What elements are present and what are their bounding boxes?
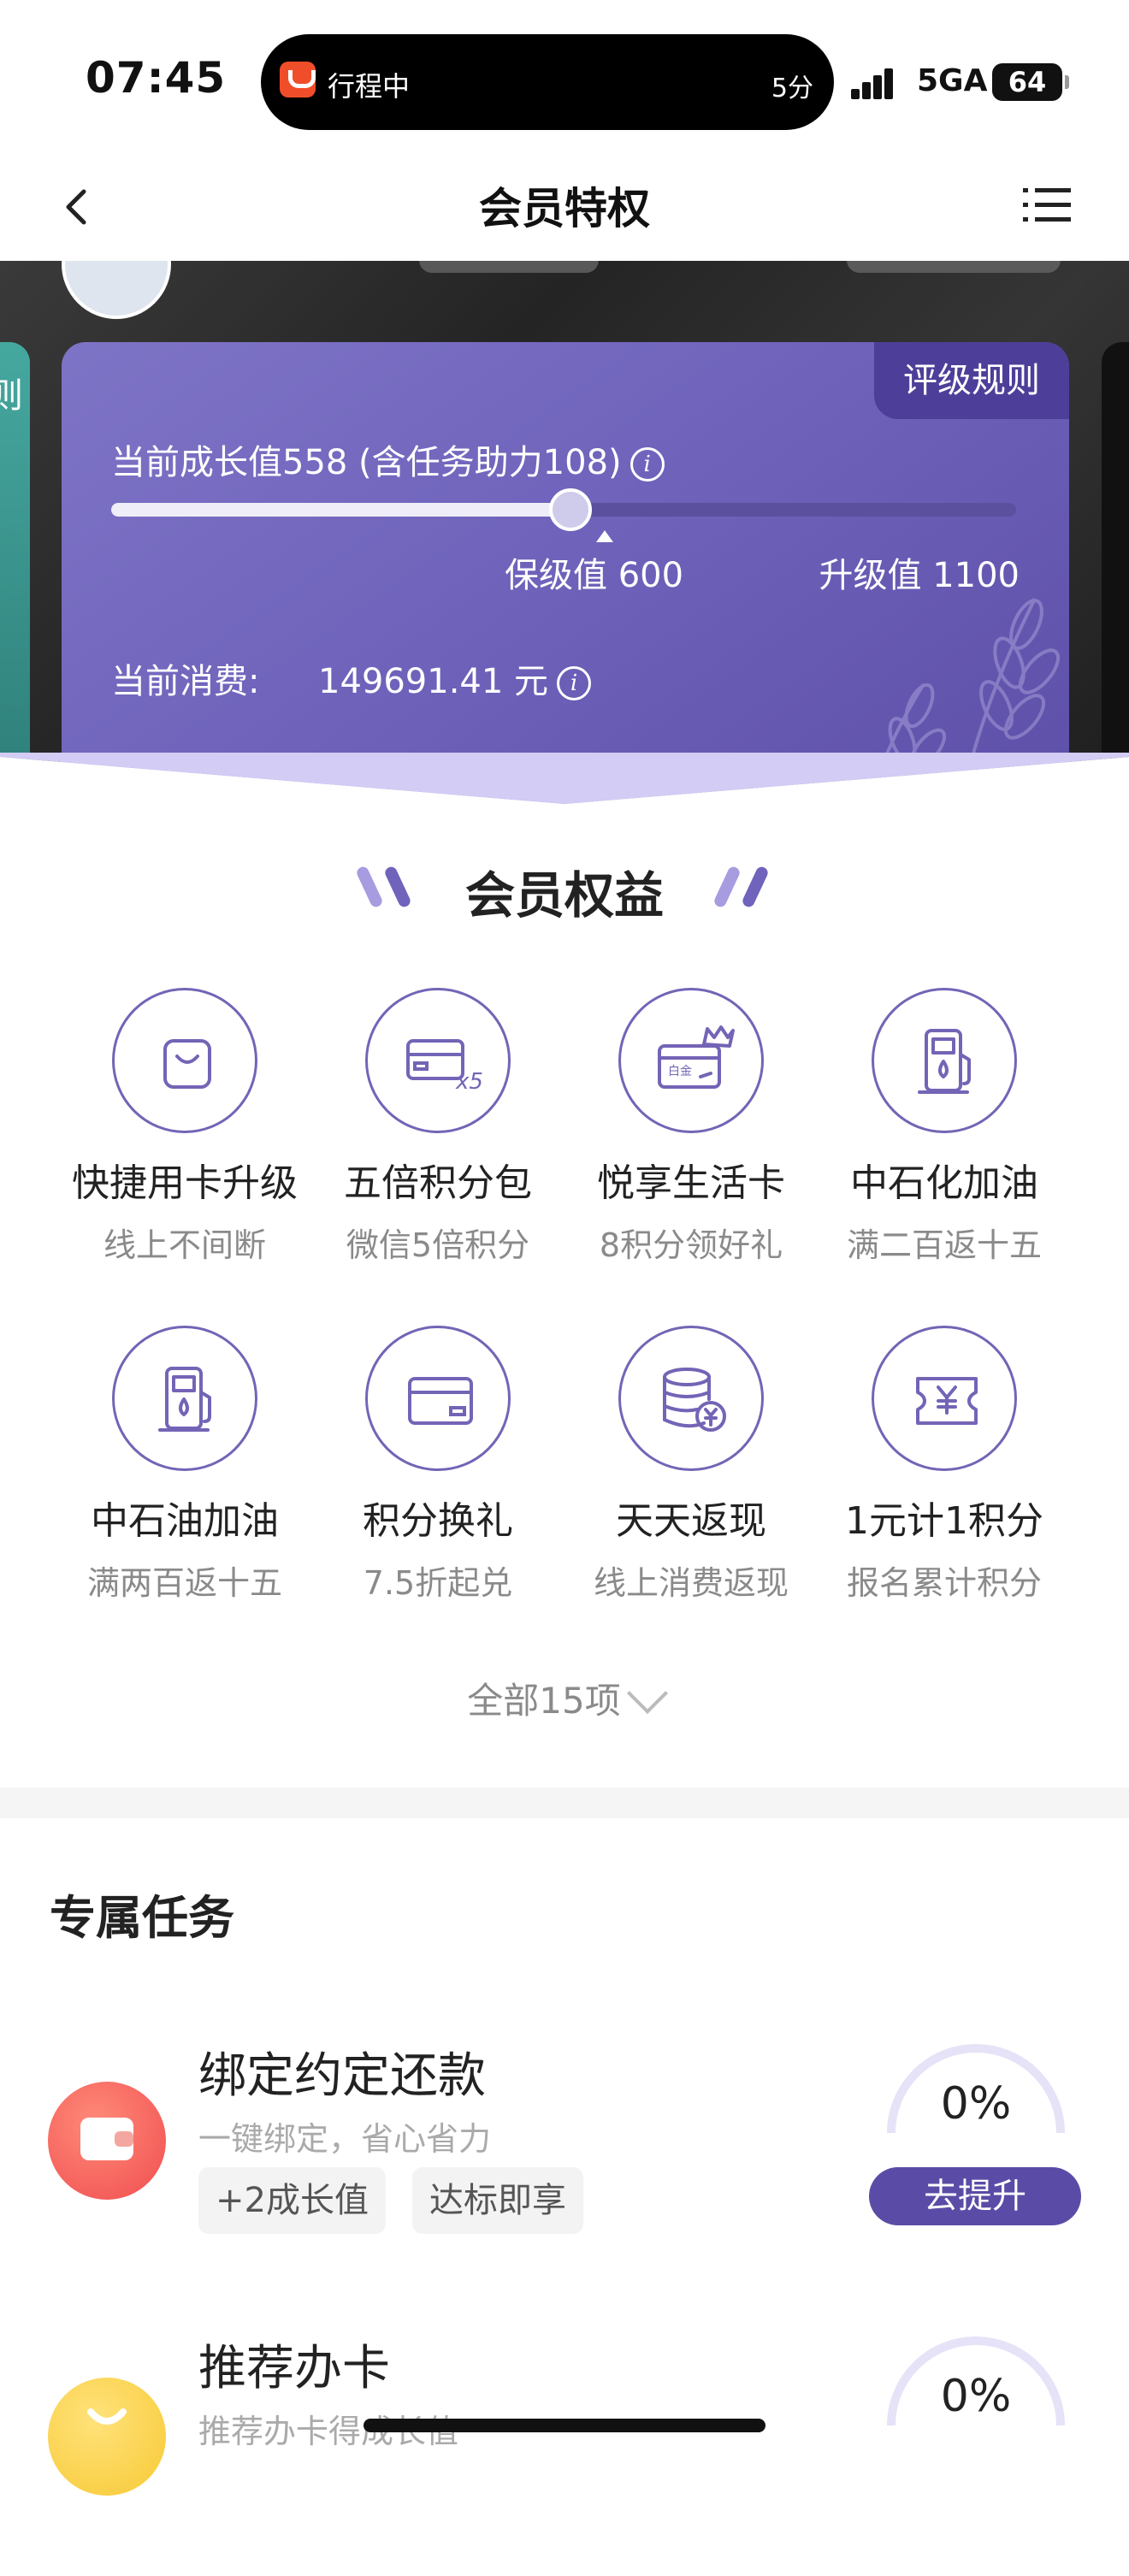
- spend-value: 149691.41 元i: [318, 653, 592, 703]
- benefits-section-title: 会员权益: [0, 855, 1129, 925]
- benefit-sub: 线上消费返现: [593, 1564, 789, 1602]
- svg-text:白金: 白金: [668, 1065, 692, 1078]
- rating-rules-button[interactable]: 评级规则: [874, 342, 1069, 419]
- benefit-sub: 线上不间断: [103, 1226, 266, 1264]
- card-x5-icon: x5: [365, 988, 511, 1133]
- level-badge: [419, 261, 599, 273]
- page-title: 会员特权: [479, 184, 650, 233]
- section-divider: [0, 1787, 1129, 1818]
- wallet-glyph: [80, 2118, 133, 2160]
- growth-progress-fill: [111, 503, 570, 517]
- next-level-card[interactable]: [1102, 342, 1129, 787]
- task-title: 推荐办卡: [198, 2341, 390, 2396]
- task-percent: 0%: [940, 2078, 1012, 2130]
- benefit-item[interactable]: 中石油加油 满两百返十五: [48, 1326, 322, 1604]
- wheat-knob-icon: [549, 488, 592, 531]
- task-title: 绑定约定还款: [198, 2048, 486, 2104]
- nav-bar: 会员特权: [0, 162, 1129, 261]
- benefit-sub: 8积分领好礼: [599, 1226, 783, 1264]
- benefit-item[interactable]: 积分换礼 7.5折起兑: [301, 1326, 575, 1604]
- benefit-name: 快捷用卡升级: [72, 1161, 298, 1205]
- avatar[interactable]: [62, 261, 171, 319]
- benefit-item[interactable]: 中石化加油 满二百返十五: [807, 988, 1081, 1266]
- benefit-name: 天天返现: [616, 1499, 766, 1543]
- task-tag: +2成长值: [198, 2167, 386, 2234]
- benefit-sub: 满两百返十五: [86, 1564, 282, 1602]
- fuel-pump-icon: [112, 1326, 257, 1471]
- growth-value-text: 当前成长值558 (含任务助力108) i: [111, 434, 665, 484]
- network-type: 5GA: [917, 63, 988, 98]
- benefit-name: 中石油加油: [91, 1499, 279, 1543]
- home-indicator[interactable]: [364, 2419, 765, 2432]
- battery-icon: 64: [992, 63, 1069, 101]
- benefit-item[interactable]: 白金 悦享生活卡 8积分领好礼: [554, 988, 828, 1266]
- status-bar: 07:45 行程中 5分 5GA 64: [0, 0, 1129, 162]
- benefit-item[interactable]: 1元计1积分 报名累计积分: [807, 1326, 1081, 1604]
- shopping-bag-icon: [112, 988, 257, 1133]
- task-desc: 一键绑定，省心省力: [198, 2120, 492, 2158]
- info-icon[interactable]: i: [630, 447, 665, 482]
- chevron-down-icon: [626, 1672, 668, 1715]
- member-hero: 则 评级规则 当前成长值558 (含任务助力108) i 保级值 600 升级值…: [0, 261, 1129, 821]
- hero-action-pill[interactable]: [847, 261, 1061, 273]
- task-item: 绑定约定还款 一键绑定，省心省力 +2成长值 达标即享 0% 去提升: [0, 2027, 1129, 2284]
- expand-all-button[interactable]: 全部15项: [0, 1672, 1129, 1724]
- benefit-sub: 报名累计积分: [846, 1564, 1042, 1602]
- benefit-name: 五倍积分包: [344, 1161, 532, 1205]
- task-percent: 0%: [940, 2371, 1012, 2422]
- benefit-sub: 7.5折起兑: [363, 1564, 513, 1602]
- ride-app-icon: [280, 62, 316, 97]
- task-item: 推荐办卡 推荐办卡得成长值 0%: [0, 2319, 1129, 2576]
- keep-level-text: 保级值 600: [505, 556, 684, 595]
- svg-text:x5: x5: [455, 1069, 483, 1095]
- signal-icon: [851, 68, 904, 99]
- coin-stack-icon: [618, 1326, 764, 1471]
- task-tag: 达标即享: [412, 2167, 583, 2234]
- spend-info-icon[interactable]: i: [557, 666, 592, 700]
- benefit-item[interactable]: 天天返现 线上消费返现: [554, 1326, 828, 1604]
- prev-level-card[interactable]: 则: [0, 342, 30, 787]
- benefits-title: 会员权益: [464, 866, 664, 925]
- gift-bag-glyph: [87, 2408, 127, 2425]
- spend-label: 当前消费:: [111, 662, 260, 701]
- gift-bag-icon: [48, 2378, 166, 2496]
- benefit-item[interactable]: 快捷用卡升级 线上不间断: [48, 988, 322, 1266]
- benefit-name: 悦享生活卡: [597, 1161, 785, 1205]
- growth-progress-bar: [111, 488, 1016, 531]
- benefit-name: 中石化加油: [850, 1161, 1038, 1205]
- keep-level-marker-icon: [596, 530, 613, 542]
- benefit-item[interactable]: x5 五倍积分包 微信5倍积分: [301, 988, 575, 1266]
- benefit-sub: 微信5倍积分: [346, 1226, 530, 1264]
- expand-label: 全部15项: [467, 1680, 621, 1722]
- upgrade-level-text: 升级值 1100: [819, 556, 1020, 595]
- hero-ribbon: [0, 753, 1129, 821]
- activity-label: 行程中: [328, 70, 411, 103]
- wallet-icon: [48, 2082, 166, 2200]
- growth-value-label: 当前成长值558 (含任务助力108): [111, 443, 622, 482]
- activity-time: 5分: [771, 74, 813, 103]
- level-card: 评级规则 当前成长值558 (含任务助力108) i 保级值 600 升级值 11…: [62, 342, 1069, 821]
- benefit-sub: 满二百返十五: [846, 1226, 1042, 1264]
- yuan-ticket-icon: [872, 1326, 1017, 1471]
- credit-card-icon: [365, 1326, 511, 1471]
- benefit-name: 1元计1积分: [845, 1499, 1043, 1543]
- improve-button[interactable]: 去提升: [869, 2167, 1081, 2225]
- dynamic-island[interactable]: 行程中 5分: [261, 34, 834, 130]
- menu-list-icon[interactable]: [1023, 183, 1071, 227]
- platinum-card-icon: 白金: [618, 988, 764, 1133]
- benefit-name: 积分换礼: [363, 1499, 513, 1543]
- fuel-pump-icon: [872, 988, 1017, 1133]
- status-time: 07:45: [86, 53, 227, 103]
- tasks-section-title: 专属任务: [50, 1891, 234, 1945]
- spend-amount: 149691.41 元: [318, 662, 549, 701]
